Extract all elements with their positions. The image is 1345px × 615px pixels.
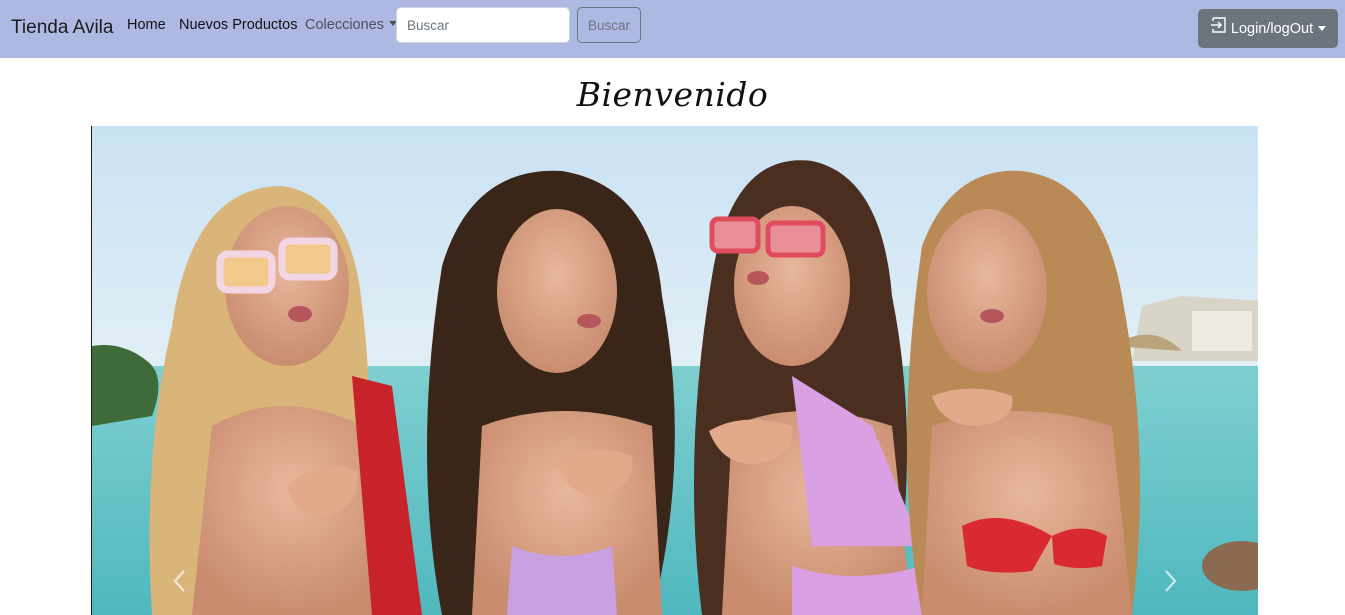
nav-home[interactable]: Home bbox=[127, 17, 166, 33]
login-label: Login/logOut bbox=[1230, 20, 1314, 37]
carousel-next-button[interactable] bbox=[1156, 556, 1186, 606]
nav-colecciones-dropdown[interactable]: Colecciones bbox=[305, 17, 397, 33]
caret-down-icon bbox=[1318, 26, 1327, 31]
brand-link[interactable]: Tienda Avila bbox=[11, 17, 113, 39]
welcome-heading: Bienvenido bbox=[576, 75, 769, 114]
nav-colecciones-label: Colecciones bbox=[305, 17, 384, 33]
search-button[interactable]: Buscar bbox=[577, 7, 641, 43]
login-icon bbox=[1210, 16, 1228, 34]
nav-nuevos-productos[interactable]: Nuevos Productos bbox=[179, 17, 297, 33]
carousel-prev-button[interactable] bbox=[164, 556, 194, 606]
search-input[interactable] bbox=[396, 7, 570, 43]
chevron-left-icon bbox=[173, 570, 185, 592]
top-navbar: Tienda Avila Home Nuevos Productos Colec… bbox=[0, 0, 1345, 58]
login-logout-dropdown[interactable]: Login/logOut bbox=[1198, 9, 1338, 48]
hero-photo bbox=[92, 126, 1258, 615]
hero-carousel[interactable] bbox=[91, 126, 1258, 615]
chevron-right-icon bbox=[1165, 570, 1177, 592]
